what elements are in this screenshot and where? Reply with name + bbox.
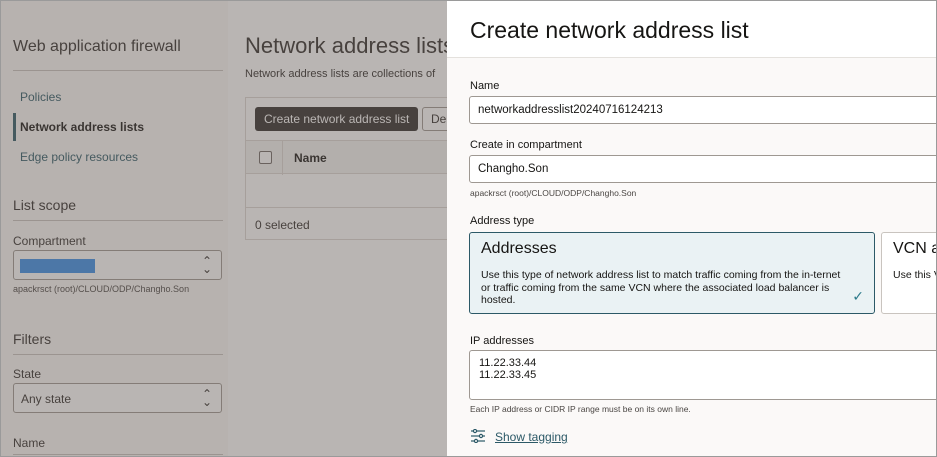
address-type-label: Address type	[470, 215, 535, 227]
name-input[interactable]: networkaddresslist20240716124213	[469, 96, 937, 124]
ip-addresses-textarea[interactable]: 11.22.33.44 11.22.33.45	[469, 350, 937, 400]
compartment-label: Create in compartment	[470, 139, 582, 151]
drawer-title: Create network address list	[470, 17, 749, 43]
card-description: Use this type of network address list to…	[481, 269, 841, 306]
drawer-header: Create network address list	[447, 0, 937, 58]
name-input-value: networkaddresslist20240716124213	[478, 104, 663, 116]
name-label: Name	[470, 80, 500, 92]
card-title: Addresses	[481, 240, 557, 257]
compartment-path: apackrsct (root)/CLOUD/ODP/Changho.Son	[470, 188, 637, 198]
modal-overlay[interactable]	[0, 0, 447, 457]
create-drawer: Create network address list Name network…	[447, 0, 937, 457]
address-type-card-addresses[interactable]: Addresses Use this type of network addre…	[469, 232, 875, 314]
address-type-card-vcn[interactable]: VCN a Use this VCNs th	[881, 232, 937, 314]
compartment-input-value: Changho.Son	[478, 163, 549, 175]
card-title: VCN a	[893, 240, 937, 257]
card-description: Use this VCNs th	[893, 269, 937, 281]
sliders-icon	[471, 429, 485, 443]
ip-help-text: Each IP address or CIDR IP range must be…	[470, 404, 691, 414]
checkmark-icon: ✓	[852, 288, 864, 304]
compartment-input[interactable]: Changho.Son	[469, 155, 937, 183]
ip-line: 11.22.33.44	[479, 357, 537, 369]
ip-addresses-label: IP addresses	[470, 335, 535, 347]
ip-line: 11.22.33.45	[479, 369, 537, 381]
show-tagging-link[interactable]: Show tagging	[495, 430, 568, 444]
